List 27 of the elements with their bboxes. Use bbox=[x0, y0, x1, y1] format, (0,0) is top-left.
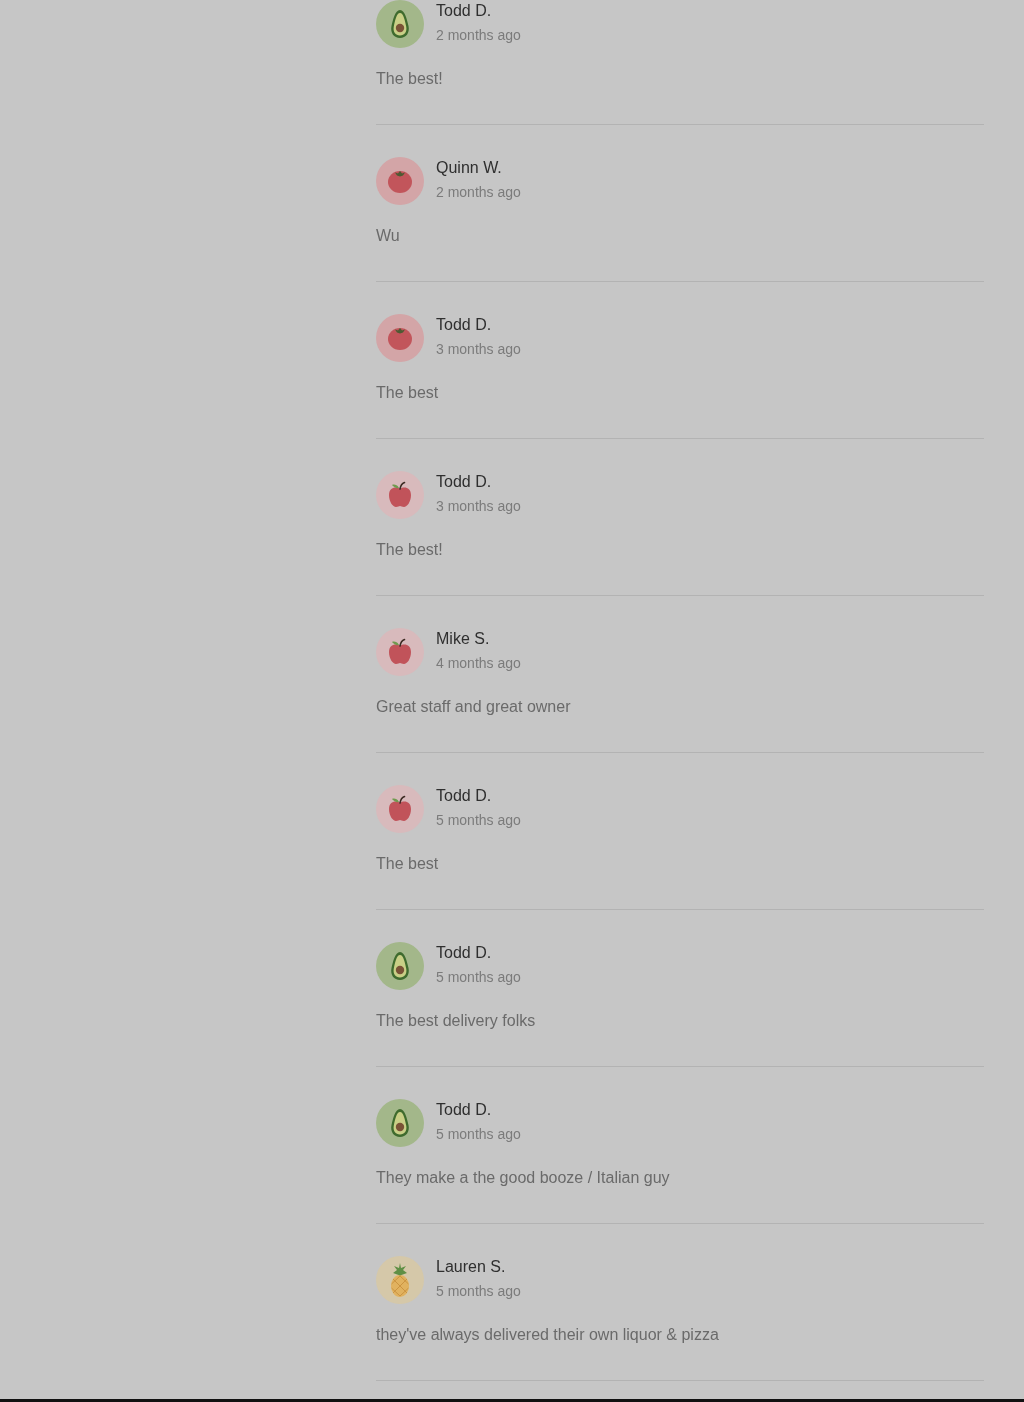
reviewer-name: Todd D. bbox=[436, 315, 492, 335]
review-text: Great staff and great owner bbox=[376, 697, 572, 717]
review-time: 3 months ago bbox=[436, 497, 521, 516]
review-time: 5 months ago bbox=[436, 1125, 521, 1144]
review-text: The best delivery folks bbox=[376, 1011, 537, 1031]
review-time: 3 months ago bbox=[436, 340, 521, 359]
review-text: Wu bbox=[376, 226, 401, 246]
reviewer-name: Lauren S. bbox=[436, 1257, 506, 1277]
reviewer-name: Mike S. bbox=[436, 629, 490, 649]
review-text: The best bbox=[376, 383, 440, 403]
reviewer-name: Todd D. bbox=[436, 786, 492, 806]
review-text: The best! bbox=[376, 540, 444, 560]
review-time: 5 months ago bbox=[436, 968, 521, 987]
review-time: 4 months ago bbox=[436, 654, 521, 673]
reviewer-name: Todd D. bbox=[436, 1100, 492, 1120]
reviewer-name: Todd D. bbox=[436, 472, 492, 492]
review-time: 5 months ago bbox=[436, 1282, 521, 1301]
review-time: 5 months ago bbox=[436, 811, 521, 830]
reviewer-name: Todd D. bbox=[436, 1, 492, 21]
review-time: 2 months ago bbox=[436, 183, 521, 202]
reviewer-name: Todd D. bbox=[436, 943, 492, 963]
reviewer-name: Quinn W. bbox=[436, 158, 502, 178]
review-text: they've always delivered their own liquor & pizza bbox=[376, 1325, 720, 1345]
review-time: 2 months ago bbox=[436, 26, 521, 45]
review-text: The best bbox=[376, 854, 440, 874]
review-text: They make a the good booze / Italian guy bbox=[376, 1168, 671, 1188]
review-text: The best! bbox=[376, 69, 444, 89]
